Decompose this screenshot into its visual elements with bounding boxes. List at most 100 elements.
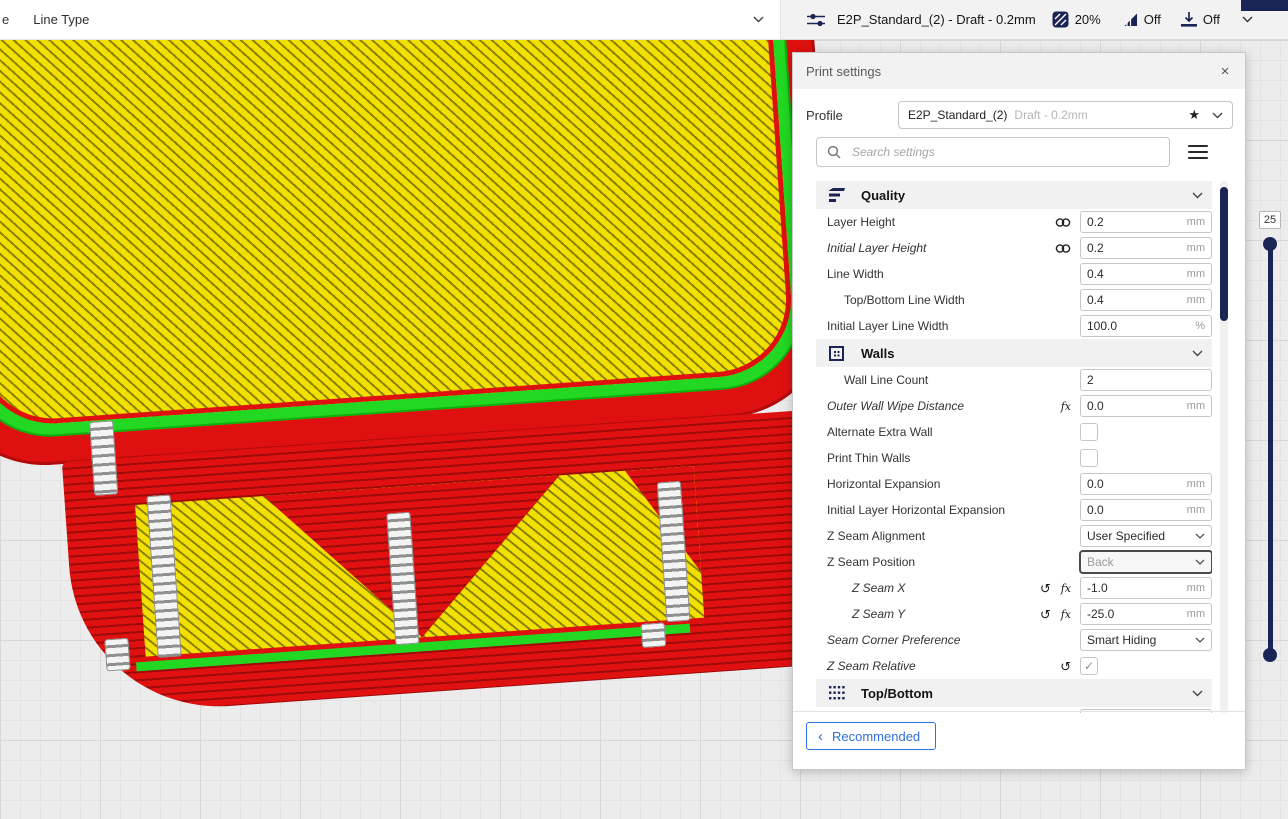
color-scheme-label: Line Type <box>33 12 90 27</box>
close-icon: × <box>1220 62 1230 80</box>
setting-row: Print Thin Walls <box>816 445 1212 471</box>
revert-icon[interactable]: ↺ <box>1040 608 1051 621</box>
clipped-label: e <box>2 12 10 27</box>
menu-icon[interactable] <box>1188 144 1208 160</box>
settings-list: Quality Layer Height 0.2 mm Initial Laye… <box>816 181 1212 713</box>
wall-line-count-input[interactable]: 2 <box>1080 369 1212 391</box>
z-seam-alignment-select[interactable]: User Specified <box>1080 525 1212 547</box>
infill-density-value: 20% <box>1074 12 1101 27</box>
setting-label: Initial Layer Line Width <box>827 319 949 333</box>
category-walls[interactable]: Walls <box>816 339 1212 367</box>
setting-row: Initial Layer Horizontal Expansion 0.0 m… <box>816 497 1212 523</box>
setting-row: Layer Height 0.2 mm <box>816 209 1212 235</box>
layer-height-input[interactable]: 0.2 mm <box>1080 211 1212 233</box>
category-label: Top/Bottom <box>861 685 933 701</box>
print-thin-walls-checkbox[interactable] <box>1080 449 1098 467</box>
function-icon: fx <box>1060 581 1071 595</box>
category-label: Walls <box>861 345 895 361</box>
recommended-label: Recommended <box>832 728 921 744</box>
panel-header: Print settings × <box>793 53 1245 89</box>
top-bottom-line-width-input[interactable]: 0.4 mm <box>1080 289 1212 311</box>
top-bottom-icon <box>829 686 846 700</box>
setting-row: Initial Layer Height 0.2 mm <box>816 235 1212 261</box>
setting-label: Wall Line Count <box>844 373 929 387</box>
setting-label: Outer Wall Wipe Distance <box>827 399 965 413</box>
horizontal-expansion-input[interactable]: 0.0 mm <box>1080 473 1212 495</box>
quality-icon <box>829 188 846 202</box>
profile-summary-text: E2P_Standard_(2) - Draft - 0.2mm <box>837 12 1036 27</box>
chevron-down-icon <box>1242 16 1253 23</box>
search-input[interactable] <box>850 144 1159 160</box>
color-scheme-dropdown[interactable]: e Line Type <box>0 0 781 40</box>
setting-label: Initial Layer Height <box>827 241 927 255</box>
setting-row: Z Seam X ↺ fx -1.0 mm <box>816 575 1212 601</box>
close-button[interactable]: × <box>1215 61 1235 81</box>
setting-label: Z Seam Relative <box>827 659 916 673</box>
top-right-toolbar-fragment <box>1241 0 1288 11</box>
z-seam-y-input[interactable]: -25.0 mm <box>1080 603 1212 625</box>
model-front-wall <box>61 406 868 717</box>
initial-layer-horizontal-expansion-input[interactable]: 0.0 mm <box>1080 499 1212 521</box>
category-top-bottom[interactable]: Top/Bottom <box>816 679 1212 707</box>
setting-label: Z Seam Alignment <box>827 529 926 543</box>
setting-row: Horizontal Expansion 0.0 mm <box>816 471 1212 497</box>
initial-layer-line-width-input[interactable]: 100.0 % <box>1080 315 1212 337</box>
category-quality[interactable]: Quality <box>816 181 1212 209</box>
function-icon: fx <box>1060 607 1071 621</box>
setting-row: Z Seam Alignment User Specified <box>816 523 1212 549</box>
setting-row: Wall Line Count 2 <box>816 367 1212 393</box>
adhesion-value: Off <box>1202 12 1220 27</box>
back-chevron-icon: ‹ <box>818 727 823 745</box>
search-icon <box>827 145 841 159</box>
chevron-down-icon <box>1195 637 1205 643</box>
setting-label: Horizontal Expansion <box>827 477 941 491</box>
support-ladder <box>104 637 131 672</box>
line-width-input[interactable]: 0.4 mm <box>1080 263 1212 285</box>
z-seam-relative-checkbox[interactable]: ✓ <box>1080 657 1098 675</box>
adhesion-icon <box>1180 11 1197 28</box>
z-seam-position-select[interactable]: Back <box>1080 551 1212 573</box>
model-top-infill <box>0 40 797 429</box>
alternate-extra-wall-checkbox[interactable] <box>1080 423 1098 441</box>
infill-icon <box>1052 11 1069 28</box>
star-icon: ★ <box>1188 107 1200 122</box>
function-icon: fx <box>1060 399 1071 413</box>
setting-label: Initial Layer Horizontal Expansion <box>827 503 1006 517</box>
collapse-chevron-icon <box>1192 350 1203 357</box>
setting-row: Z Seam Position Back <box>816 549 1212 575</box>
seam-corner-preference-select[interactable]: Smart Hiding <box>1080 629 1212 651</box>
setting-label: Print Thin Walls <box>827 451 911 465</box>
revert-icon[interactable]: ↺ <box>1040 582 1051 595</box>
link-icon <box>1055 217 1071 228</box>
setting-row: Alternate Extra Wall <box>816 419 1212 445</box>
profile-name: E2P_Standard_(2) <box>908 108 1008 122</box>
setting-row: Z Seam Relative ↺ ✓ <box>816 653 1212 679</box>
collapse-chevron-icon <box>1192 192 1203 199</box>
support-ladder <box>640 622 667 648</box>
z-seam-x-input[interactable]: -1.0 mm <box>1080 577 1212 599</box>
setting-row: Line Width 0.4 mm <box>816 261 1212 287</box>
revert-icon[interactable]: ↺ <box>1060 660 1071 673</box>
recommended-button[interactable]: ‹ Recommended <box>806 722 937 750</box>
chevron-down-icon <box>1195 559 1205 565</box>
panel-title: Print settings <box>806 63 882 79</box>
layer-slider-handle-bottom[interactable] <box>1263 648 1277 662</box>
settings-scrollbar-thumb[interactable] <box>1220 187 1228 321</box>
outer-wall-wipe-distance-input[interactable]: 0.0 mm <box>1080 395 1212 417</box>
initial-layer-height-input[interactable]: 0.2 mm <box>1080 237 1212 259</box>
setting-label: Z Seam Position <box>827 555 916 569</box>
print-settings-summary[interactable]: E2P_Standard_(2) - Draft - 0.2mm 20% Off… <box>781 0 1288 40</box>
chevron-down-icon <box>1212 112 1223 119</box>
model-top-inner-wall <box>0 40 811 443</box>
support-icon <box>1123 12 1138 27</box>
setting-label: Alternate Extra Wall <box>827 425 933 439</box>
setting-row: Top/Bottom Line Width 0.4 mm <box>816 287 1212 313</box>
setting-row: Initial Layer Line Width 100.0 % <box>816 313 1212 339</box>
collapse-chevron-icon <box>1192 690 1203 697</box>
print-settings-panel: Print settings × Profile E2P_Standard_(2… <box>792 52 1246 770</box>
support-value: Off <box>1143 12 1161 27</box>
profile-row: Profile E2P_Standard_(2) Draft - 0.2mm ★ <box>806 101 1233 129</box>
category-label: Quality <box>861 187 906 203</box>
layer-slider-track[interactable] <box>1268 244 1273 658</box>
profile-dropdown[interactable]: E2P_Standard_(2) Draft - 0.2mm ★ <box>898 101 1233 129</box>
